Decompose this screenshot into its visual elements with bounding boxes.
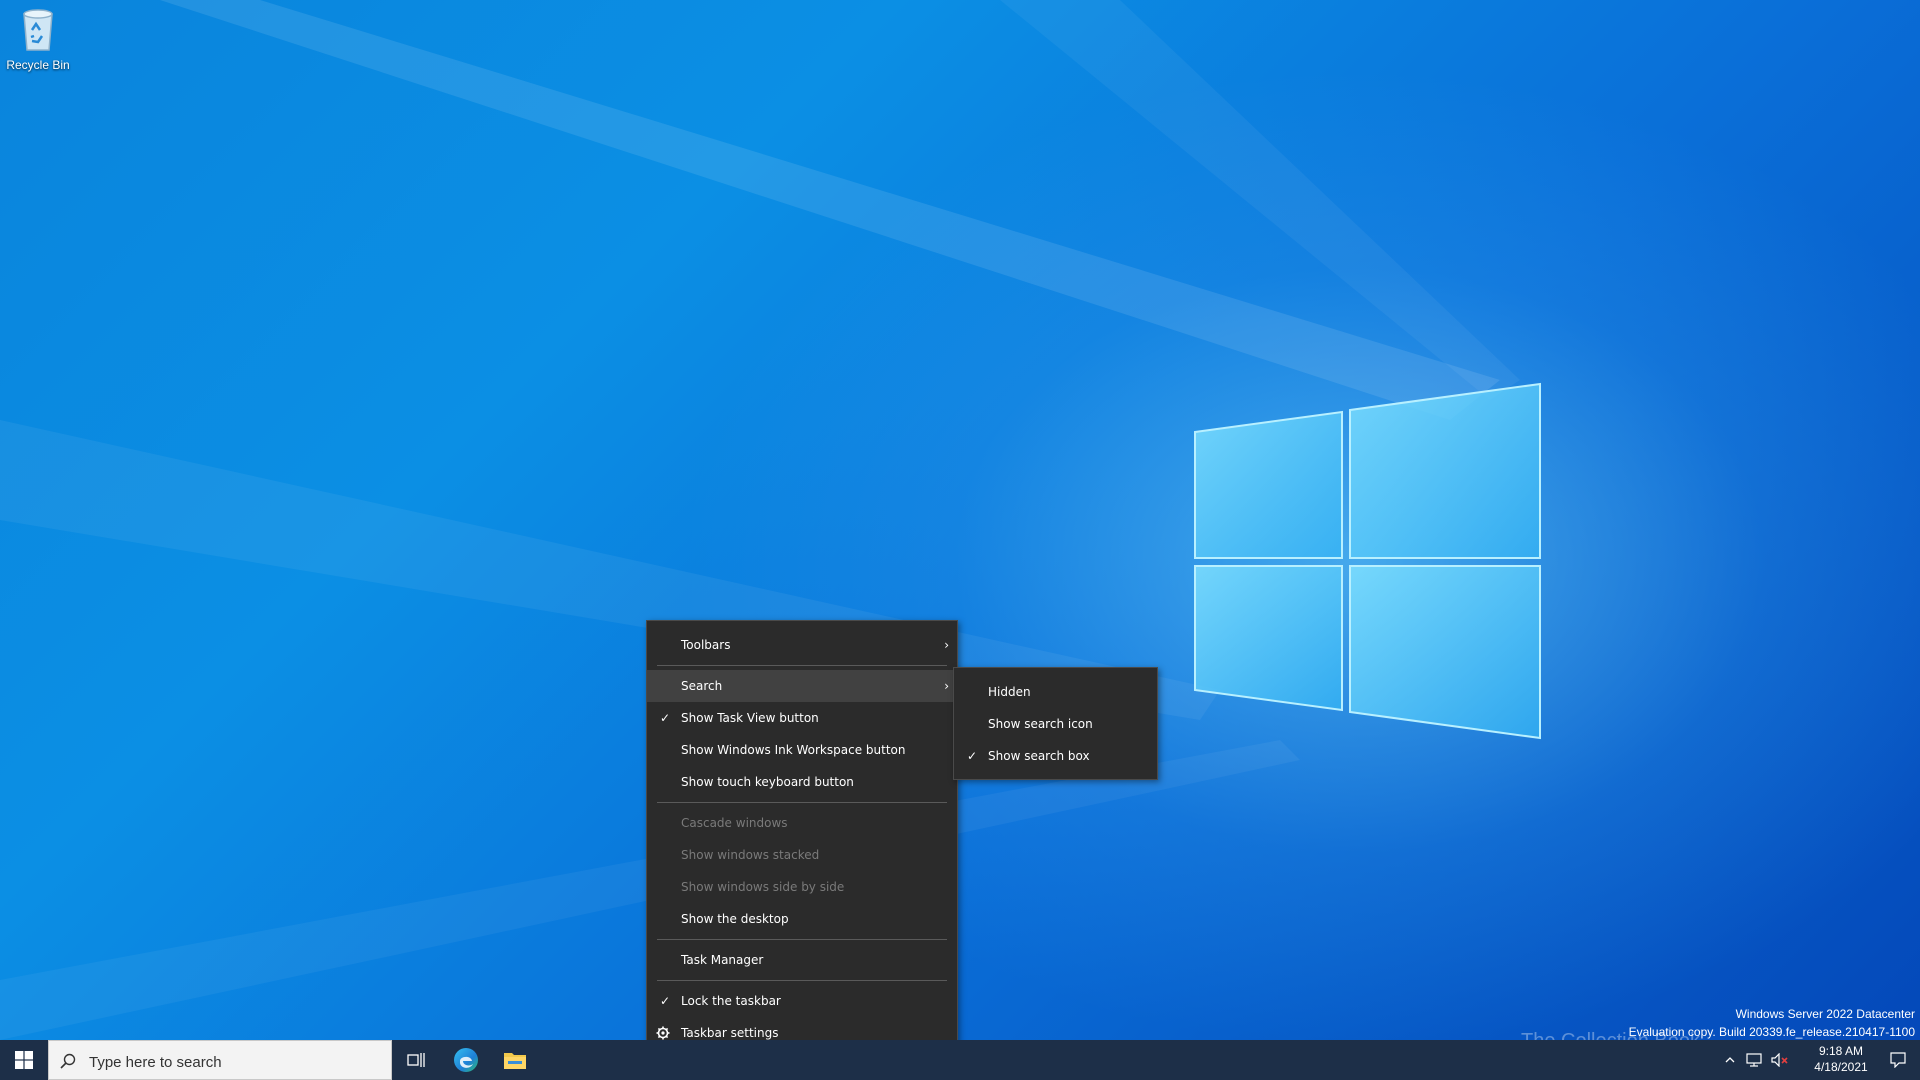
menu-item-label: Show search icon [988,717,1093,731]
taskbar-search-box[interactable] [48,1040,392,1080]
menu-item-label: Lock the taskbar [681,994,781,1008]
menu-item-label: Show windows side by side [681,880,845,894]
menu-item-label: Search [681,679,723,693]
menu-item-label: Task Manager [681,953,764,967]
menu-item-show-windows-side-by-side: Show windows side by side [647,871,957,903]
task-view-button[interactable] [392,1040,440,1080]
clock-time: 9:18 AM [1818,1044,1864,1058]
menu-item-label: Show the desktop [681,912,789,926]
submenu-item-show-search-icon[interactable]: Show search icon [954,708,1157,740]
action-center-button[interactable] [1880,1040,1916,1080]
checkmark-icon: ✓ [659,711,671,725]
submenu-item-hidden[interactable]: Hidden [954,676,1157,708]
submenu-arrow-icon: › [944,679,949,693]
edge-icon [454,1048,478,1072]
menu-item-show-task-view-button[interactable]: ✓ Show Task View button [647,702,957,734]
search-icon [60,1053,76,1069]
menu-item-label: Taskbar settings [681,1026,779,1040]
clock[interactable]: 9:18 AM 4/18/2021 [1806,1043,1876,1075]
recycle-bin-label: Recycle Bin [6,58,70,72]
submenu-arrow-icon: › [944,638,949,652]
search-input[interactable] [87,1051,381,1073]
taskbar[interactable]: 9:18 AM 4/18/2021 [0,1040,1920,1080]
show-hidden-icons-button[interactable] [1720,1040,1740,1080]
menu-item-show-touch-keyboard-button[interactable]: Show touch keyboard button [647,766,957,798]
checkmark-icon: ✓ [966,749,978,763]
menu-item-label: Show Windows Ink Workspace button [681,743,906,757]
menu-item-task-manager[interactable]: Task Manager [647,944,957,976]
menu-item-cascade-windows: Cascade windows [647,807,957,839]
checkmark-icon: ✓ [659,994,671,1008]
menu-separator [657,939,947,940]
clock-date: 4/18/2021 [1814,1060,1868,1074]
wallpaper-light-beams [0,0,1520,1040]
menu-item-label: Show search box [988,749,1090,763]
desktop[interactable]: Recycle Bin Windows Server 2022 Datacent… [0,0,1920,1080]
gear-icon [656,1026,670,1040]
file-explorer-icon [504,1053,526,1069]
chevron-up-icon [1725,1057,1735,1063]
menu-item-label: Show Task View button [681,711,819,725]
windows-start-icon [15,1051,33,1069]
menu-item-label: Cascade windows [681,816,788,830]
volume-tray-button[interactable] [1768,1040,1792,1080]
menu-item-label: Toolbars [681,638,731,652]
edition-text: Windows Server 2022 Datacenter [1735,1007,1915,1021]
notification-icon [1890,1052,1906,1068]
menu-item-search[interactable]: Search › [647,670,957,702]
menu-item-label: Hidden [988,685,1031,699]
system-tray: 9:18 AM 4/18/2021 [1700,1040,1920,1080]
menu-item-lock-the-taskbar[interactable]: ✓ Lock the taskbar [647,985,957,1017]
submenu-item-show-search-box[interactable]: ✓ Show search box [954,740,1157,772]
menu-item-show-windows-ink-workspace-button[interactable]: Show Windows Ink Workspace button [647,734,957,766]
network-icon [1746,1053,1762,1067]
taskbar-context-menu: Toolbars › Search › ✓ Show Task View but… [646,620,958,1058]
windows-logo-wallpaper [1194,382,1541,740]
edge-button[interactable] [442,1040,490,1080]
search-submenu: Hidden Show search icon ✓ Show search bo… [953,667,1158,780]
recycle-bin-icon [23,9,53,51]
menu-item-label: Show windows stacked [681,848,820,862]
file-explorer-button[interactable] [491,1040,539,1080]
menu-separator [657,802,947,803]
menu-item-label: Show touch keyboard button [681,775,854,789]
volume-muted-icon [1771,1053,1788,1067]
task-view-icon [407,1053,425,1067]
start-button[interactable] [0,1040,48,1080]
network-tray-button[interactable] [1742,1040,1766,1080]
menu-separator [657,980,947,981]
menu-item-toolbars[interactable]: Toolbars › [647,629,957,661]
menu-item-show-the-desktop[interactable]: Show the desktop [647,903,957,935]
recycle-bin-shortcut[interactable]: Recycle Bin [2,6,74,72]
menu-separator [657,665,947,666]
menu-item-show-windows-stacked: Show windows stacked [647,839,957,871]
